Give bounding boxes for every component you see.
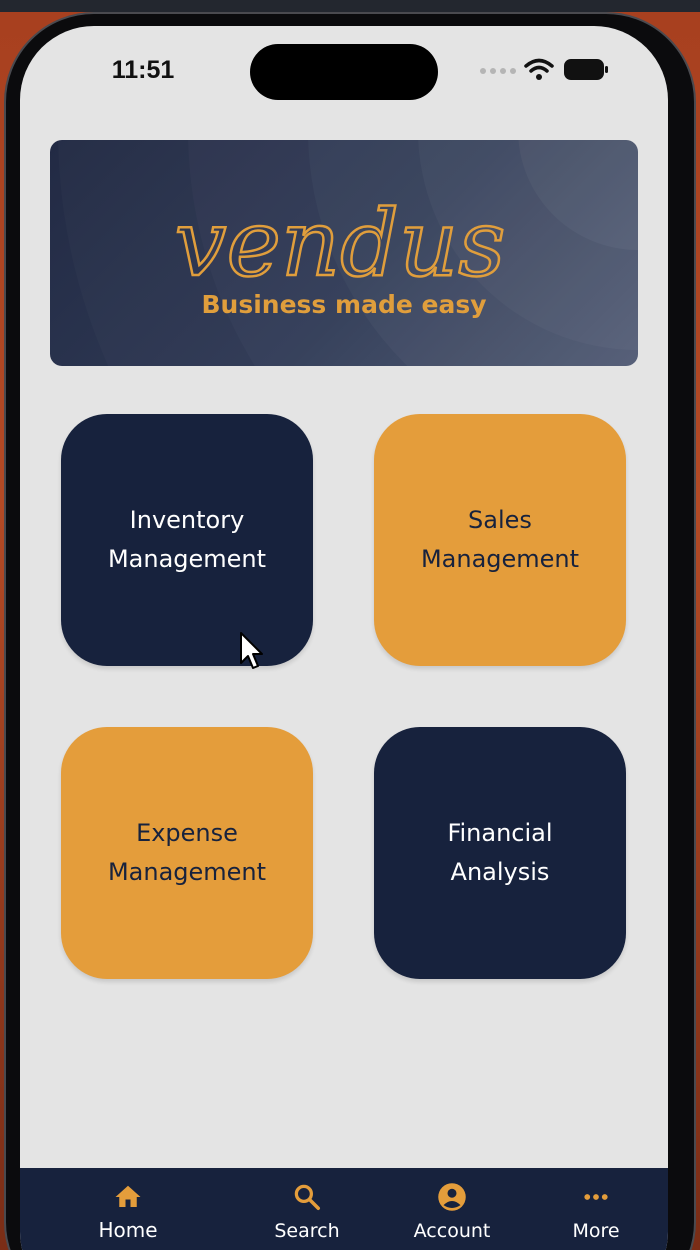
debug-ribbon-label: DEBUG bbox=[609, 26, 668, 109]
debug-ribbon: DEBUG bbox=[585, 26, 668, 116]
nav-item-home[interactable]: Home bbox=[68, 1168, 188, 1250]
expense-management-tile[interactable]: Expense Management bbox=[61, 727, 313, 979]
more-horiz-icon bbox=[584, 1194, 608, 1200]
financial-analysis-tile[interactable]: Financial Analysis bbox=[374, 727, 626, 979]
inventory-management-label: Inventory Management bbox=[107, 506, 267, 573]
search-icon bbox=[294, 1184, 320, 1210]
sales-management-tile[interactable]: Sales Management bbox=[374, 414, 626, 666]
nav-home-label: Home bbox=[98, 1218, 158, 1242]
account-circle-icon bbox=[438, 1183, 466, 1211]
nav-item-more[interactable]: More bbox=[536, 1168, 656, 1250]
nav-item-account[interactable]: Account bbox=[392, 1168, 512, 1250]
svg-text:vendus: vendus bbox=[174, 190, 505, 297]
financial-analysis-label: Financial Analysis bbox=[447, 819, 553, 886]
nav-item-search[interactable]: Search bbox=[247, 1168, 367, 1250]
home-icon bbox=[115, 1185, 141, 1207]
sales-management-label: Sales Management bbox=[420, 506, 580, 573]
window-top-strip bbox=[0, 0, 700, 12]
nav-search-label: Search bbox=[274, 1220, 340, 1242]
banner-tagline: Business made easy bbox=[201, 290, 487, 319]
brand-banner: vendus Business made easy bbox=[50, 140, 638, 366]
nav-account-label: Account bbox=[413, 1220, 491, 1242]
inventory-management-tile[interactable]: Inventory Management bbox=[61, 414, 313, 666]
cellular-signal-icon bbox=[480, 66, 520, 74]
dynamic-island bbox=[250, 44, 438, 100]
bottom-navigation-bar: Home Search Account More bbox=[20, 1168, 668, 1250]
nav-more-label: More bbox=[572, 1220, 620, 1242]
vendus-logo: vendus bbox=[173, 189, 507, 299]
phone-screen: 11:51 DEBUG vendus Business made easy In… bbox=[20, 26, 668, 1250]
status-time: 11:51 bbox=[111, 56, 175, 84]
mouse-cursor-icon bbox=[240, 632, 263, 669]
expense-management-label: Expense Management bbox=[107, 819, 267, 886]
wifi-icon bbox=[524, 58, 554, 80]
